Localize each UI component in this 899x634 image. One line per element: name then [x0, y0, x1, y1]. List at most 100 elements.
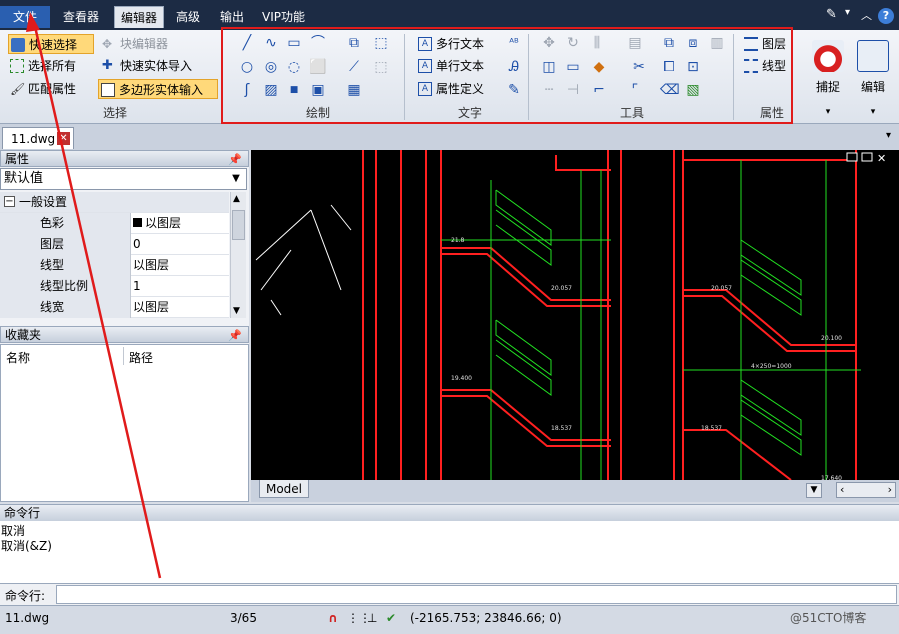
properties-panel-header: 属性 📌 — [0, 150, 249, 167]
status-page-count: 3/65 — [230, 611, 257, 625]
quick-select-icon — [11, 38, 25, 52]
cursor-coordinates: (-2165.753; 23846.66; 0) — [410, 611, 562, 625]
block-editor-button[interactable]: ✥ 块编辑器 — [100, 34, 190, 54]
polygon-entity-input-button[interactable]: 多边形实体输入 — [98, 79, 218, 99]
property-value-text: 以图层 — [145, 216, 182, 230]
property-section-row[interactable]: − 一般设置 — [0, 192, 229, 213]
edit-label: 编辑 — [860, 80, 885, 94]
command-input-label: 命令行: — [5, 589, 46, 603]
menu-tab-vip[interactable]: VIP功能 — [256, 6, 311, 28]
property-name: 线宽 — [0, 297, 131, 318]
tab-dropdown-icon[interactable]: ▾ — [886, 130, 891, 141]
magnet-icon — [812, 40, 844, 72]
status-bar: 11.dwg 3/65 ∩ ⋮⋮ ⊥ ✔ (-2165.753; 23846.6… — [0, 605, 899, 634]
svg-text:18.537: 18.537 — [551, 425, 572, 432]
property-section-label: 一般设置 — [19, 195, 68, 209]
column-header-name[interactable]: 名称 — [6, 349, 30, 366]
property-name: 线型 — [0, 255, 131, 276]
property-row[interactable]: 图层 0 — [0, 234, 229, 255]
property-value[interactable]: 1 — [133, 276, 141, 297]
property-row[interactable]: 线宽 以图层 — [0, 297, 229, 318]
property-value[interactable]: 以图层 — [133, 213, 181, 234]
favorites-list: 名称 路径 — [0, 344, 249, 502]
command-header: 命令行 — [0, 504, 899, 521]
command-input[interactable] — [56, 585, 897, 604]
property-row[interactable]: 线型 以图层 — [0, 255, 229, 276]
drawing-canvas[interactable]: 21.8 20.057 19.400 18.537 20.057 20.100 … — [251, 150, 899, 480]
layout-dropdown-icon[interactable]: ▼ — [806, 483, 822, 498]
properties-panel-title: 属性 — [5, 152, 30, 166]
snap-toggle-icon[interactable]: ∩ — [328, 608, 338, 628]
brush-icon[interactable]: ✎ — [826, 7, 837, 22]
dimension-annotation — [255, 204, 352, 316]
svg-text:20.100: 20.100 — [821, 335, 842, 342]
column-header-path[interactable]: 路径 — [129, 349, 153, 366]
scroll-up-icon[interactable]: ▲ — [233, 194, 240, 204]
svg-text:4×250=1000: 4×250=1000 — [751, 363, 792, 370]
edit-dropdown-icon[interactable]: ▾ — [853, 107, 893, 117]
viewport-controls[interactable]: ✕ — [846, 152, 886, 165]
property-row[interactable]: 色彩 以图层 — [0, 213, 229, 234]
cad-drawing: 21.8 20.057 19.400 18.537 20.057 20.100 … — [255, 150, 886, 480]
property-value[interactable]: 以图层 — [133, 255, 169, 276]
document-tab-label: 11.dwg — [11, 132, 56, 146]
select-all-label: 选择所有 — [28, 59, 77, 73]
minimize-ribbon-icon[interactable]: ︿ — [861, 7, 872, 23]
document-tab[interactable]: 11.dwg ✕ — [2, 127, 74, 149]
favorites-panel-title: 收藏夹 — [5, 328, 42, 342]
quick-entity-import-button[interactable]: ✚ 快速实体导入 — [100, 56, 210, 76]
menu-tab-output[interactable]: 输出 — [214, 6, 250, 28]
dropdown-icon[interactable]: ▾ — [845, 7, 850, 18]
edit-button[interactable]: 编辑 ▾ — [853, 36, 893, 120]
watermark-text: @51CTO博客 — [790, 611, 867, 625]
quick-select-button[interactable]: 快速选择 — [8, 34, 94, 54]
chevron-down-icon[interactable]: ▼ — [228, 171, 244, 187]
scroll-left-icon[interactable]: ‹ — [840, 483, 844, 496]
column-divider — [123, 347, 124, 365]
pin-icon[interactable]: 📌 — [228, 151, 242, 168]
command-header-title: 命令行 — [4, 506, 41, 520]
properties-scrollbar[interactable]: ▲ ▼ — [230, 192, 246, 318]
clipboard-icon — [857, 40, 889, 72]
lineweight-toggle-icon[interactable]: ✔ — [386, 608, 396, 628]
brush-icon: 🖌 — [10, 82, 26, 96]
command-input-row: 命令行: — [0, 583, 899, 605]
ortho-toggle-icon[interactable]: ⊥ — [367, 608, 377, 628]
document-tab-bar: 11.dwg ✕ ▾ — [0, 124, 899, 150]
properties-combo[interactable]: 默认值 ▼ — [0, 168, 247, 190]
menu-bar: 文件 查看器 编辑器 高级 输出 VIP功能 ✎ ▾ ︿ ? — [0, 0, 899, 30]
property-value[interactable]: 以图层 — [133, 297, 169, 318]
scroll-down-icon[interactable]: ▼ — [233, 306, 240, 316]
select-all-button[interactable]: 选择所有 — [8, 56, 94, 76]
property-name: 色彩 — [0, 213, 131, 234]
horizontal-scrollbar[interactable]: ‹ › — [836, 482, 896, 498]
menu-tab-editor[interactable]: 编辑器 — [114, 6, 165, 28]
svg-text:20.057: 20.057 — [551, 285, 572, 292]
menu-tab-file[interactable]: 文件 — [0, 6, 50, 28]
property-row[interactable]: 线型比例 1 — [0, 276, 229, 297]
property-name: 图层 — [0, 234, 131, 255]
collapse-icon[interactable]: − — [4, 196, 15, 207]
snap-dropdown-icon[interactable]: ▾ — [808, 107, 848, 117]
menu-tab-advanced[interactable]: 高级 — [170, 6, 206, 28]
help-icon[interactable]: ? — [878, 8, 894, 24]
match-properties-button[interactable]: 🖌 匹配属性 — [8, 79, 94, 99]
pin-icon[interactable]: 📌 — [228, 327, 242, 344]
close-icon[interactable]: ✕ — [57, 132, 70, 145]
favorites-panel-header: 收藏夹 📌 — [0, 326, 249, 343]
snap-button[interactable]: 捕捉 ▾ — [808, 36, 848, 120]
scroll-thumb[interactable] — [232, 210, 245, 240]
svg-text:21.8: 21.8 — [451, 237, 465, 244]
scroll-right-icon[interactable]: › — [888, 483, 892, 496]
property-value[interactable]: 0 — [133, 234, 141, 255]
left-pane: 属性 📌 默认值 ▼ − 一般设置 色彩 以图层 图层 0 线型 以图层 线型比… — [0, 150, 249, 502]
menu-tab-viewer[interactable]: 查看器 — [57, 6, 105, 28]
block-editor-icon: ✥ — [102, 37, 113, 51]
model-tab[interactable]: Model — [259, 480, 309, 498]
status-file-name: 11.dwg — [5, 611, 50, 625]
polygon-entity-input-label: 多边形实体输入 — [119, 83, 204, 97]
quick-select-label: 快速选择 — [29, 38, 78, 52]
command-log: 取消 取消(&Z) — [0, 521, 899, 583]
quick-entity-import-label: 快速实体导入 — [120, 59, 193, 73]
match-properties-label: 匹配属性 — [28, 82, 77, 96]
